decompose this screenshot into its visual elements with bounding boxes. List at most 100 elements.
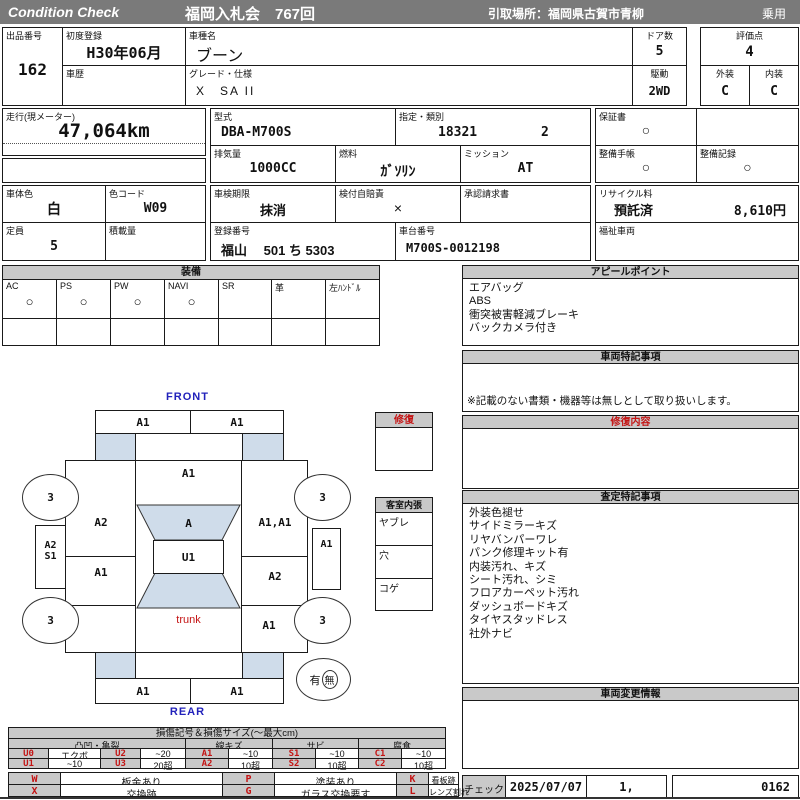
- model-code-value: DBA-M700S: [221, 125, 292, 140]
- warranty-cell: 保証書 ○: [595, 108, 697, 146]
- pickup-location: 引取場所：福岡県古賀市青柳: [488, 7, 645, 21]
- legend-code-s2: S2: [272, 758, 316, 769]
- class-code-cell: 指定・類別 18321 2: [395, 108, 591, 146]
- color-code-cell: 色コード W09: [105, 185, 206, 223]
- side-left-mark-1: A2: [44, 540, 57, 551]
- drive-cell: 駆動 2WD: [632, 65, 687, 106]
- registration-number-cell: 登録番号 福山 501 ち 5303: [210, 222, 396, 261]
- interior-grade-value: C: [770, 84, 778, 99]
- chassis-number-cell: 車台番号 M700S-0012198: [395, 222, 591, 261]
- welfare-label: 福祉車両: [599, 226, 636, 236]
- mileage-divider: [3, 143, 205, 144]
- registration-number-label: 登録番号: [214, 226, 251, 236]
- left-side-box: A2 S1: [35, 525, 66, 589]
- appeal-line: エアバッグ: [469, 282, 524, 294]
- maintenance-record-value: ○: [743, 159, 752, 175]
- equipment-label-ac: AC: [6, 281, 19, 291]
- rear-bumper-right-cell: A1: [190, 678, 284, 704]
- change-info-body: [462, 700, 799, 769]
- legend-val-u3: 20超: [140, 758, 186, 771]
- assessment-line: フロアカーペット汚れ: [469, 587, 579, 600]
- legend-val-s2-label: 10超: [327, 761, 347, 771]
- quarter-right-mark: A1: [262, 619, 276, 632]
- assessment-line: 社外ナビ: [469, 627, 513, 640]
- legend-val-a2-label: 10超: [240, 761, 260, 771]
- mileage-extra-cell: [2, 158, 206, 183]
- grille-cell: [135, 433, 243, 461]
- displacement-value: 1000CC: [249, 161, 297, 176]
- assessment-line: シート汚れ、シミ: [469, 574, 558, 587]
- equipment-label-pw: PW: [114, 281, 129, 291]
- displacement-label: 排気量: [214, 149, 242, 159]
- class-code-label: 指定・類別: [399, 112, 445, 122]
- legend-code-c2: C2: [358, 758, 402, 769]
- load-label: 積載量: [109, 226, 137, 236]
- appeal-line: ABS: [469, 295, 492, 308]
- fuel-value: ｶﾞｿﾘﾝ: [380, 163, 416, 179]
- first-registration-value: H30年06月: [86, 44, 162, 62]
- equipment-value-ps: ○: [79, 294, 88, 309]
- equipment-empty-row: [2, 318, 380, 346]
- presence-yes-label: 有: [309, 674, 321, 687]
- equipment-empty-divider-4: [218, 318, 219, 346]
- equipment-empty-divider-3: [164, 318, 165, 346]
- assessment-line: パンク修理キット有: [469, 547, 569, 560]
- grade-cell: グレード・仕様 X SA II: [185, 65, 633, 106]
- color-code-label: 色コード: [109, 189, 146, 199]
- grade-label: グレード・仕様: [189, 69, 253, 79]
- legend-val-g: ガラス交換要す: [274, 784, 397, 800]
- change-info-header: 車両変更情報: [462, 687, 799, 701]
- color-code-value: W09: [143, 201, 168, 216]
- wheel-rear-right: 3: [294, 597, 351, 644]
- body-color-cell: 車体色 白: [2, 185, 106, 223]
- load-cell: 積載量: [105, 222, 206, 261]
- cabin-row-burn: コゲ: [375, 578, 433, 611]
- vehicle-notes-disclaimer: ※記載のない書類・機器等は無しとして取り扱いします。: [467, 395, 737, 407]
- rear-bumper-left-cell: A1: [95, 678, 191, 704]
- headlight-left: [95, 433, 136, 461]
- first-registration-cell: 初度登録 H30年06月: [62, 27, 186, 66]
- fuel-cell: 燃料 ｶﾞｿﾘﾝ: [335, 145, 461, 183]
- door-right-front-mark: A1,A1: [258, 516, 292, 529]
- insurance-label: 検付自賠責: [339, 189, 385, 199]
- front-bumper-right-mark: A1: [230, 416, 244, 429]
- wheel-front-right: 3: [294, 474, 351, 521]
- legend-code-u1: U1: [8, 758, 49, 769]
- maintenance-book-cell: 整備手帳 ○: [595, 145, 697, 183]
- legend-code-l: L: [396, 784, 429, 797]
- check-session-value: 1,: [619, 780, 634, 794]
- legend-val-u1-label: ~10: [66, 759, 83, 769]
- chassis-number-label: 車台番号: [399, 226, 436, 236]
- presence-no-label: 無: [321, 670, 338, 689]
- score-cell: 評価点 4: [700, 27, 799, 66]
- equipment-label-leather: 革: [275, 283, 285, 293]
- legend-val-a2: 10超: [228, 758, 273, 771]
- first-registration-label: 初度登録: [66, 31, 103, 41]
- model-name-cell: 車種名 ブーン: [185, 27, 633, 66]
- legend-code-l-label: L: [409, 786, 416, 797]
- equipment-cell-sr: SR: [218, 279, 272, 319]
- repair-flag-body: [375, 427, 433, 471]
- vehicle-category: 乗用: [762, 7, 787, 21]
- rear-window-shape: [136, 572, 241, 609]
- model-name-value: ブーン: [196, 48, 244, 65]
- welfare-cell: 福祉車両: [595, 222, 799, 261]
- front-bumper-left-cell: A1: [95, 410, 191, 434]
- maintenance-record-cell: 整備記録 ○: [696, 145, 799, 183]
- legend-val-c2-label: 10超: [413, 761, 433, 771]
- equipment-label-sr: SR: [222, 281, 235, 291]
- legend-code-u3: U3: [100, 758, 141, 769]
- presence-ellipse: 有 無: [296, 658, 351, 701]
- equipment-cell-lhd: 左ﾊﾝﾄﾞﾙ: [325, 279, 380, 319]
- legend-val-c2: 10超: [401, 758, 446, 771]
- insurance-cell: 検付自賠責 ×: [335, 185, 461, 223]
- capacity-cell: 定員 5: [2, 222, 106, 261]
- displacement-cell: 排気量 1000CC: [210, 145, 336, 183]
- appeal-header: アピールポイント: [462, 265, 799, 279]
- assessment-line: サイドミラーキズ: [469, 520, 557, 533]
- legend-code-c2-label: C2: [374, 759, 386, 769]
- roof-cell: U1: [153, 540, 224, 574]
- assessment-line: 内装汚れ、キズ: [469, 560, 547, 573]
- equipment-header: 装備: [2, 265, 380, 280]
- right-panel-divider-2: [241, 605, 308, 606]
